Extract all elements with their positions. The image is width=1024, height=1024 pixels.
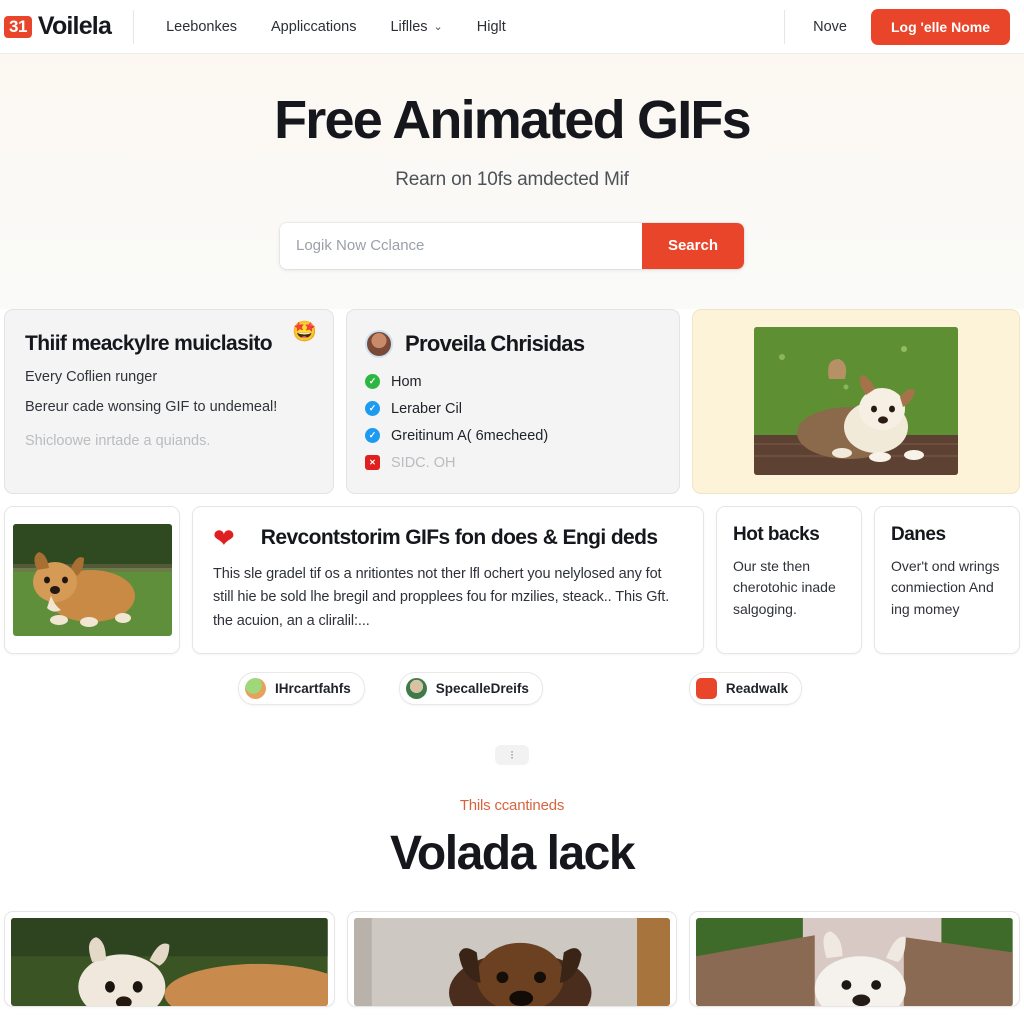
nav-divider-right xyxy=(784,9,786,44)
nav-links: Leebonkes Appliccations Liflles ⌄ Higlt xyxy=(134,19,506,35)
chip-specalledreifs[interactable]: SpecalleDreifs xyxy=(398,672,543,706)
chip-label: Readwalk xyxy=(725,681,789,697)
avatar xyxy=(365,329,393,358)
nav-item-liflles[interactable]: Liflles ⌄ xyxy=(390,19,442,35)
white-dog-photo xyxy=(11,918,328,1007)
article-header: ❤ Revcontstorim GIFs fon does & Engi ded… xyxy=(213,525,683,551)
search-button[interactable]: Search xyxy=(641,222,744,269)
article-title: Revcontstorim GIFs fon does & Engi deds xyxy=(260,525,658,549)
profile-name: Proveila Chrisidas xyxy=(405,330,585,356)
nav-item-leebonkes[interactable]: Leebonkes xyxy=(166,19,237,35)
card-title: Thiif meackylre muiclasito xyxy=(25,331,273,355)
top-navigation-bar: 31 Voilela Leebonkes Appliccations Lifll… xyxy=(0,0,1024,54)
list-item-label: Greitinum A( 6mecheed) xyxy=(391,427,549,444)
brand-logo[interactable]: 31 Voilela xyxy=(4,12,133,41)
chip-label: SpecalleDreifs xyxy=(435,681,529,697)
list-item-label: Leraber Cil xyxy=(391,400,462,417)
search-input[interactable] xyxy=(280,222,642,269)
list-item[interactable]: ✕ SIDC. OH xyxy=(365,455,661,471)
hands-holding-puppy-photo xyxy=(696,918,1014,1007)
page-title: Free Animated GIFs xyxy=(274,90,752,150)
dog-photo-grass xyxy=(12,523,172,636)
card-article-panel[interactable]: ❤ Revcontstorim GIFs fon does & Engi ded… xyxy=(192,505,704,655)
gallery-item-2[interactable] xyxy=(346,911,678,1008)
gallery-item-3[interactable] xyxy=(689,911,1021,1008)
card-line-3: Shicloowe inrtade a quiands. xyxy=(25,432,211,449)
list-item[interactable]: ✓ Leraber Cil xyxy=(365,401,661,417)
tag-chip-row: IHrcartfahfs SpecalleDreifs Readwalk xyxy=(0,654,1024,706)
card-photo-panel[interactable] xyxy=(692,308,1020,494)
card-hot-backs[interactable]: Hot backs Our ste then cherotohic inade … xyxy=(716,505,862,655)
nav-item-label: Liflles xyxy=(390,18,428,35)
check-circle-icon: ✓ xyxy=(365,374,380,390)
nav-item-appliccations[interactable]: Appliccations xyxy=(271,19,356,35)
section-eyebrow: Thils ccantineds xyxy=(459,797,565,815)
brown-bulldog-photo xyxy=(353,918,671,1007)
mini-card-title: Danes xyxy=(891,523,946,545)
chevron-down-icon: ⌄ xyxy=(433,21,443,33)
card-line-2: Bereur cade wonsing GIF to undemeal! xyxy=(25,399,278,416)
nav-item-nove[interactable]: Nove xyxy=(813,19,847,35)
gallery-item-1[interactable] xyxy=(4,911,335,1008)
close-square-icon: ✕ xyxy=(365,455,380,471)
chip-readwalk[interactable]: Readwalk xyxy=(688,672,803,706)
chip-ihrcartfahfs[interactable]: IHrcartfahfs xyxy=(238,672,365,706)
nav-item-label: Leebonkes xyxy=(166,18,238,35)
more-options-pill[interactable]: ⁝ xyxy=(495,745,529,766)
mini-card-body: Our ste then cherotohic inade salgoging. xyxy=(733,557,836,618)
profile-header: Proveila Chrisidas xyxy=(365,329,661,358)
article-body: This sle gradel tif os a nritiontes not … xyxy=(213,565,670,629)
card-profile-panel[interactable]: Proveila Chrisidas ✓ Hom ✓ Leraber Cil ✓… xyxy=(346,308,680,494)
chip-label: IHrcartfahfs xyxy=(275,681,351,697)
section-title: Volada lack xyxy=(389,827,636,881)
list-item-label: Hom xyxy=(391,373,422,390)
list-item-label: SIDC. OH xyxy=(391,454,456,471)
nav-right-actions: Nove Log 'elle Nome xyxy=(784,8,1012,45)
nav-item-higlt[interactable]: Higlt xyxy=(477,19,506,35)
dog-photo-deck xyxy=(754,327,958,476)
check-circle-icon: ✓ xyxy=(365,428,380,444)
chip-badge-icon xyxy=(695,678,717,700)
hero-section: Free Animated GIFs Rearn on 10fs amdecte… xyxy=(0,54,1024,309)
heart-icon: ❤ xyxy=(213,522,235,553)
mini-card-title: Hot backs xyxy=(733,523,820,545)
check-circle-icon: ✓ xyxy=(365,401,380,417)
card-line-1: Every Coflien runger xyxy=(25,368,158,385)
logo-wordmark: Voilela xyxy=(37,12,112,40)
nav-item-label: Higlt xyxy=(476,18,506,35)
search-bar: Search xyxy=(280,222,744,269)
list-item[interactable]: ✓ Greitinum A( 6mecheed) xyxy=(365,428,661,444)
mini-card-body: Over't ond wrings conmiection And ing mo… xyxy=(891,557,1000,618)
logo-badge: 31 xyxy=(4,15,32,38)
verified-list: ✓ Hom ✓ Leraber Cil ✓ Greitinum A( 6mech… xyxy=(365,374,661,471)
nav-item-label: Appliccations xyxy=(271,18,357,35)
card-danes[interactable]: Danes Over't ond wrings conmiection And … xyxy=(874,505,1020,655)
hero-subtitle: Rearn on 10fs amdected Mif xyxy=(395,168,629,190)
login-button[interactable]: Log 'elle Nome xyxy=(870,8,1010,45)
chip-avatar-icon xyxy=(245,678,266,700)
chip-avatar-icon xyxy=(405,678,427,700)
lower-section: ⁝ Thils ccantineds Volada lack xyxy=(0,745,1024,881)
card-thumbnail-panel[interactable] xyxy=(4,505,180,655)
card-info-panel[interactable]: 🤩 Thiif meackylre muiclasito Every Cofli… xyxy=(4,308,334,494)
star-struck-emoji-icon: 🤩 xyxy=(292,320,317,343)
feature-cards-row-one: 🤩 Thiif meackylre muiclasito Every Cofli… xyxy=(0,308,1024,494)
feature-cards-row-two: ❤ Revcontstorim GIFs fon does & Engi ded… xyxy=(0,494,1024,655)
list-item[interactable]: ✓ Hom xyxy=(365,374,661,390)
page-root: 31 Voilela Leebonkes Appliccations Lifll… xyxy=(0,0,1024,1024)
gallery-row xyxy=(0,881,1024,1008)
